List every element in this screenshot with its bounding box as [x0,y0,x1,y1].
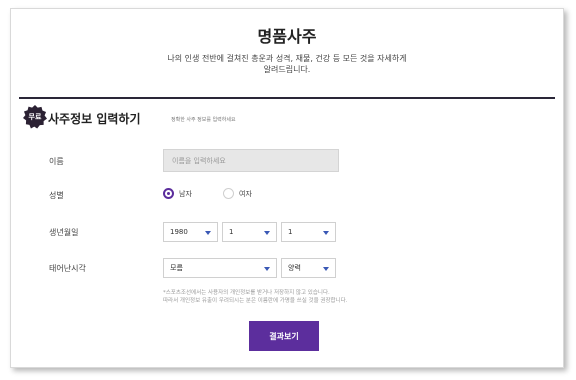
calendar-type-value: 양력 [288,264,301,272]
radio-unchecked-icon [223,188,234,199]
birth-time-select[interactable]: 모름 [163,258,277,278]
page-title: 명품사주 [257,27,317,46]
content-frame: 명품사주 나의 인생 전반에 걸쳐진 총운과 성격, 재물, 건강 등 모든 것… [10,8,564,368]
birth-day-value: 1 [288,228,293,236]
birth-day-select[interactable]: 1 [281,222,336,242]
chevron-down-icon [264,231,270,235]
gender-male-label: 남자 [179,189,192,198]
privacy-notice-line-2: 따라서 개인정보 유출이 우려되시는 분은 이름란에 가명을 쓰실 것을 권장합… [163,298,348,304]
description-line-1: 나의 인생 전반에 걸쳐진 총운과 성격, 재물, 건강 등 모든 것을 자세하… [167,54,407,63]
description-line-2: 알려드립니다. [263,65,311,74]
header-divider [19,97,555,99]
privacy-notice: *스포츠조선에서는 사용자의 개인정보를 받거나 저장하지 않고 있습니다. 따… [163,289,347,305]
gender-label: 성별 [49,191,64,200]
birth-month-select[interactable]: 1 [222,222,277,242]
chevron-down-icon [205,231,211,235]
chevron-down-icon [264,267,270,271]
birth-year-value: 1980 [170,228,188,236]
birth-label: 생년월일 [49,228,79,237]
birth-time-label: 태어난시각 [49,264,86,273]
section-subtitle: 정확한 사주 정보를 입력하세요 [171,117,236,123]
section-heading: 무료 사주정보 입력하기 정확한 사주 정보를 입력하세요 [23,105,323,131]
page-description: 나의 인생 전반에 걸쳐진 총운과 성격, 재물, 건강 등 모든 것을 자세하… [11,53,563,75]
birth-month-value: 1 [229,228,234,236]
gender-female-label: 여자 [239,189,252,198]
chevron-down-icon [323,231,329,235]
radio-checked-icon [163,188,174,199]
name-label: 이름 [49,157,64,166]
gender-male-radio[interactable]: 남자 [163,188,192,199]
privacy-notice-line-1: *스포츠조선에서는 사용자의 개인정보를 받거나 저장하지 않고 있습니다. [163,290,330,296]
view-result-button[interactable]: 결과보기 [249,321,319,351]
gender-female-radio[interactable]: 여자 [223,188,252,199]
section-title: 사주정보 입력하기 [48,112,141,126]
page-header: 명품사주 나의 인생 전반에 걸쳐진 총운과 성격, 재물, 건강 등 모든 것… [11,9,563,97]
chevron-down-icon [323,267,329,271]
free-badge: 무료 [23,105,47,129]
birth-year-select[interactable]: 1980 [163,222,218,242]
calendar-type-select[interactable]: 양력 [281,258,336,278]
birth-time-value: 모름 [170,264,183,272]
name-input[interactable]: 이름을 입력하세요 [163,149,339,172]
